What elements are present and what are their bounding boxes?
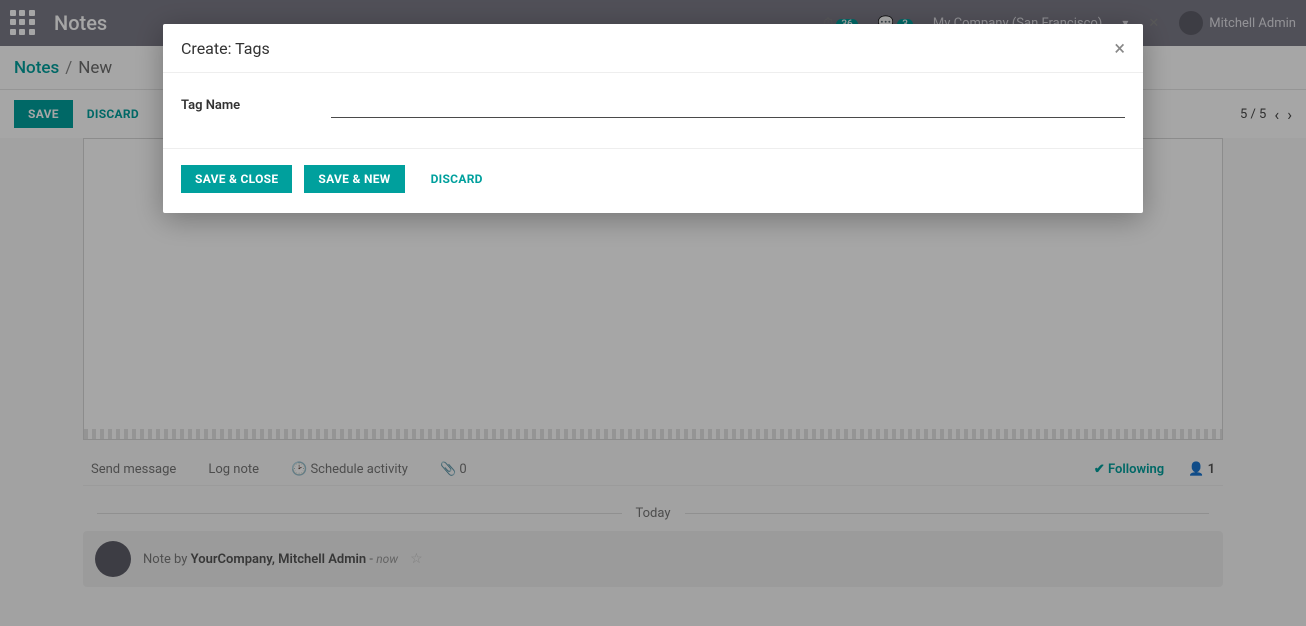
- dialog-title: Create: Tags: [181, 39, 270, 58]
- save-and-new-button[interactable]: SAVE & NEW: [304, 165, 404, 193]
- create-tags-dialog: Create: Tags × Tag Name SAVE & CLOSE SAV…: [163, 24, 1143, 213]
- modal-discard-button[interactable]: DISCARD: [417, 165, 497, 193]
- modal-backdrop[interactable]: Create: Tags × Tag Name SAVE & CLOSE SAV…: [0, 0, 1306, 626]
- close-icon[interactable]: ×: [1114, 38, 1125, 58]
- tag-name-input[interactable]: [331, 93, 1125, 118]
- tag-name-label: Tag Name: [181, 98, 331, 113]
- save-and-close-button[interactable]: SAVE & CLOSE: [181, 165, 292, 193]
